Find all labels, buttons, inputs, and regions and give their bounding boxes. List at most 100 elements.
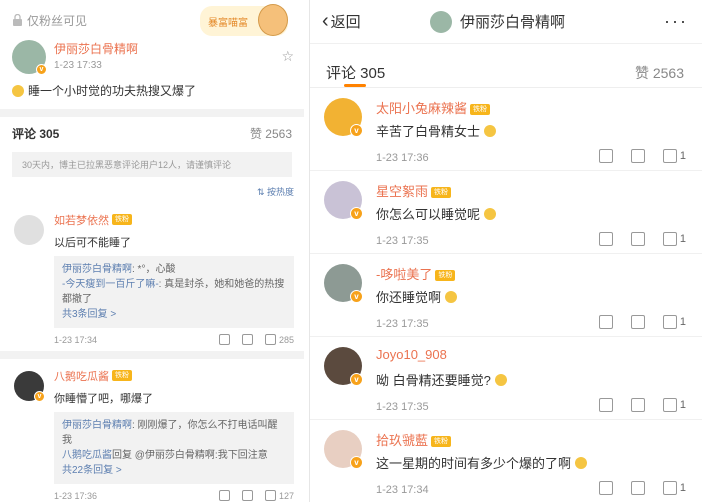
verified-icon: v (350, 373, 363, 386)
commenter-avatar[interactable] (14, 215, 44, 245)
like-button[interactable]: 1 (662, 232, 686, 246)
reply-icon[interactable] (241, 490, 253, 501)
verified-icon: v (36, 64, 47, 75)
emoji-icon (494, 373, 507, 386)
likes-tab[interactable]: 赞 2563 (250, 125, 292, 142)
verified-icon: v (350, 456, 363, 469)
comment-time: 1-23 17:35 (376, 235, 429, 247)
like-button[interactable]: 1 (662, 149, 686, 163)
share-icon[interactable] (218, 490, 230, 501)
fans-only-label: 仅粉丝可见 (27, 13, 88, 28)
like-button[interactable]: 1 (662, 315, 686, 329)
list-item: 如若梦依然 铁粉 以后可不能睡了 伊丽莎白骨精啊: *°，心酸 -今天瘦到一百斤了… (0, 203, 304, 351)
fan-badge: 铁粉 (431, 436, 452, 448)
post-card: 仅粉丝可见 暴富喵富 v 伊丽莎白骨精啊 1-23 17:33 ☆ 睡一个小时觉… (0, 0, 304, 109)
fan-badge: 铁粉 (431, 187, 452, 199)
list-item: v 星空絮雨 铁粉 你怎么可以睡觉呢 1-23 17:35 1 (310, 171, 702, 254)
commenter-avatar[interactable]: v (324, 347, 363, 386)
share-icon[interactable] (598, 398, 613, 412)
share-icon[interactable] (598, 149, 613, 163)
share-icon[interactable] (598, 232, 613, 246)
commenter-name-text: 拾玖虢藍 (376, 433, 429, 448)
back-button[interactable]: ‹ 返回 (322, 10, 361, 33)
like-button[interactable]: 285 (264, 334, 294, 345)
reply-box[interactable]: 伊丽莎白骨精啊: 刚刚爆了，你怎么不打电话叫醒我 八鹅吃瓜酱回复 @伊丽莎白骨精… (54, 412, 294, 484)
author-avatar[interactable]: v (12, 40, 47, 75)
post: v 伊丽莎白骨精啊 1-23 17:33 ☆ 睡一个小时觉的功夫热搜又爆了 (0, 40, 304, 109)
sleep-emoji-icon (12, 84, 24, 97)
verified-icon: v (350, 290, 363, 303)
comment-header: 评论 305 赞 2563 (0, 117, 304, 150)
more-icon[interactable]: ··· (664, 11, 688, 32)
reply-author[interactable]: -今天瘦到一百斤了嘛- (62, 279, 159, 290)
commenter-name[interactable]: 星空絮雨 铁粉 (376, 181, 452, 200)
sticker-text: 暴富喵富 (208, 17, 248, 29)
comment-time: 1-23 17:34 (54, 334, 98, 345)
commenter-name[interactable]: 太阳小兔麻辣酱 铁粉 (376, 98, 491, 117)
like-button[interactable]: 1 (662, 398, 686, 412)
fan-badge: 铁粉 (112, 214, 132, 226)
thumbs-up-icon (662, 149, 677, 163)
reply-author[interactable]: 伊丽莎白骨精啊 (62, 264, 132, 275)
comments-tab[interactable]: 评论 305 (326, 62, 385, 83)
commenter-name[interactable]: 拾玖虢藍 铁粉 (376, 430, 452, 449)
reply-icon[interactable] (630, 149, 645, 163)
comments-tab[interactable]: 评论 305 (12, 125, 59, 142)
share-icon[interactable] (598, 481, 613, 495)
like-count: 1 (679, 150, 686, 162)
thumbs-up-icon (662, 315, 677, 329)
verified-icon: v (34, 391, 45, 402)
left-screenshot: 仅粉丝可见 暴富喵富 v 伊丽莎白骨精啊 1-23 17:33 ☆ 睡一个小时觉… (0, 0, 304, 502)
more-replies-link[interactable]: 共3条回复 > (62, 307, 286, 322)
commenter-avatar[interactable]: v (324, 430, 363, 469)
reply-icon[interactable] (630, 398, 645, 412)
like-button[interactable]: 1 (662, 481, 686, 495)
reply-box[interactable]: 伊丽莎白骨精啊: *°，心酸 -今天瘦到一百斤了嘛-: 真是封杀，她和她爸的热搜… (54, 256, 294, 328)
thumbs-up-icon (662, 232, 677, 246)
right-screenshot: ‹ 返回 伊丽莎白骨精啊 ··· 评论 305 赞 2563 v 太阳小兔麻辣酱铁… (309, 0, 702, 502)
comment-header: 评论 305 赞 2563 (310, 44, 702, 88)
verified-icon: v (350, 207, 363, 220)
reply-icon[interactable] (241, 334, 253, 345)
cat-sticker: 暴富喵富 (200, 4, 288, 36)
cat-icon (258, 4, 288, 36)
comment-time: 1-23 17:35 (376, 401, 429, 413)
commenter-avatar[interactable]: v (324, 98, 363, 137)
commenter-avatar[interactable]: v (324, 181, 363, 220)
likes-tab[interactable]: 赞 2563 (635, 63, 684, 83)
commenter-avatar[interactable]: v (14, 371, 45, 402)
share-icon[interactable] (598, 315, 613, 329)
comment-text: 你怎么可以睡觉呢 (376, 204, 497, 223)
more-replies-link[interactable]: 共22条回复 > (62, 463, 286, 478)
list-item: v 拾玖虢藍 铁粉 这一星期的时间有多少个爆的了啊 1-23 17:34 1 (310, 420, 702, 502)
list-item: v Joyo10_908 呦 白骨精还要睡觉? 1-23 17:35 1 (310, 337, 702, 420)
comment-text: 呦 白骨精还要睡觉? (376, 370, 507, 389)
commenter-avatar[interactable]: v (324, 264, 363, 303)
star-icon[interactable]: ☆ (281, 48, 294, 65)
sort-button[interactable]: ⇅ 按热度 (0, 185, 304, 203)
commenter-name[interactable]: -哆啦美了 铁粉 (376, 264, 456, 283)
commenter-name-text: 太阳小兔麻辣酱 (376, 101, 468, 116)
commenter-name[interactable]: Joyo10_908 (376, 347, 447, 362)
list-item: v -哆啦美了 铁粉 你还睡觉啊 1-23 17:35 1 (310, 254, 702, 337)
reply-author[interactable]: 伊丽莎白骨精啊 (62, 420, 132, 431)
share-icon[interactable] (218, 334, 230, 345)
fan-badge: 铁粉 (112, 370, 132, 382)
reply-icon[interactable] (630, 315, 645, 329)
like-count: 1 (679, 399, 686, 411)
comment-section: 评论 305 赞 2563 30天内，博主已拉黑恶意评论用户12人，请谨慎评论 … (0, 117, 304, 502)
post-author[interactable]: 伊丽莎白骨精啊 (54, 40, 138, 57)
reply-icon[interactable] (630, 232, 645, 246)
like-button[interactable]: 127 (264, 490, 294, 501)
commenter-name[interactable]: 八鹅吃瓜酱 (54, 371, 109, 383)
reply-icon[interactable] (630, 481, 645, 495)
tab-indicator (344, 84, 366, 87)
emoji-icon (484, 207, 497, 220)
thumbs-up-icon (662, 481, 677, 495)
commenter-name[interactable]: 如若梦依然 (54, 215, 109, 227)
back-label: 返回 (330, 14, 361, 31)
reply-author[interactable]: 八鹅吃瓜酱 (62, 450, 112, 461)
title-avatar[interactable] (430, 10, 452, 33)
lock-icon (13, 14, 22, 26)
comment-text: 你还睡觉啊 (376, 287, 458, 306)
